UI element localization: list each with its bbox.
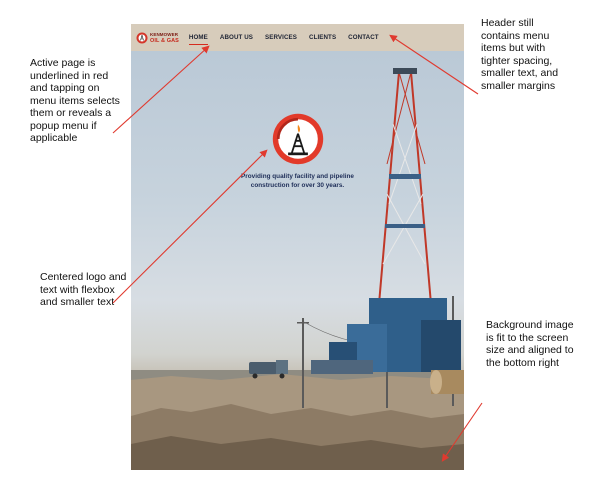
brand-name: KENMOWER OIL & GAS [150,32,179,44]
hero-tagline: Providing quality facility and pipeline … [241,173,354,189]
brand[interactable]: KENMOWER OIL & GAS [136,32,179,44]
oil-derrick-logo-icon [136,32,148,43]
nav-item-services[interactable]: SERVICES [265,24,297,51]
brand-line2: OIL & GAS [150,37,179,44]
site-header: KENMOWER OIL & GAS HOME ABOUT US SERVICE… [131,24,464,51]
mobile-screen: KENMOWER OIL & GAS HOME ABOUT US SERVICE… [131,24,464,470]
hero-section: Providing quality facility and pipeline … [131,112,464,190]
hero-logo-icon [272,113,323,165]
nav-item-home[interactable]: HOME [188,24,208,51]
annotation-background: Background image is fit to the screen si… [486,319,574,369]
main-nav: HOME ABOUT US SERVICES CLIENTS CONTACT [188,24,379,51]
mockup-canvas: KENMOWER OIL & GAS HOME ABOUT US SERVICE… [0,0,595,496]
annotation-header: Header still contains menu items but wit… [481,17,559,92]
annotation-active-page: Active page is underlined in red and tap… [30,57,120,144]
nav-item-clients[interactable]: CLIENTS [309,24,336,51]
nav-item-about-us[interactable]: ABOUT US [220,24,253,51]
nav-item-contact[interactable]: CONTACT [348,24,379,51]
annotation-centered: Centered logo and text with flexbox and … [40,271,127,308]
drilling-rig-background [131,68,464,470]
